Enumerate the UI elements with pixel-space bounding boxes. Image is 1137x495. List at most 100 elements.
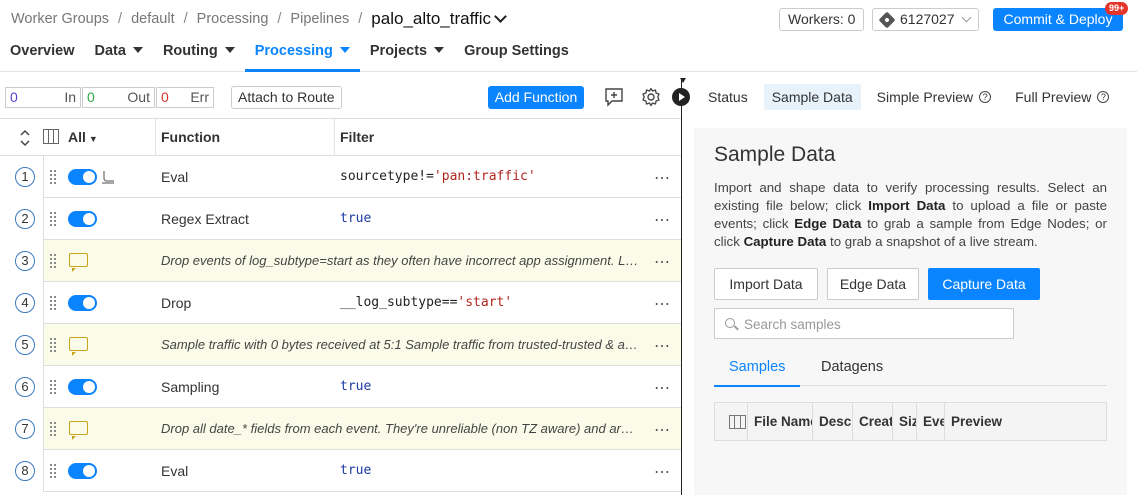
comment-row[interactable]: 7 Drop all date_* fields from each event.… [0, 408, 681, 450]
drag-handle-icon[interactable] [50, 169, 56, 185]
function-filter: true [340, 463, 371, 478]
function-enabled-toggle[interactable] [68, 211, 97, 227]
grid-col-events[interactable]: Events [917, 403, 945, 440]
workers-count-button[interactable]: Workers: 0 [779, 8, 865, 31]
row-menu-icon[interactable]: ⋯ [654, 420, 671, 440]
columns-icon[interactable] [729, 415, 746, 429]
row-number: 7 [15, 419, 35, 439]
row-number: 4 [15, 293, 35, 313]
attach-to-route-button[interactable]: Attach to Route [231, 86, 342, 109]
function-row[interactable]: 2 Regex Extract true ⋯ [0, 198, 681, 240]
import-data-button[interactable]: Import Data [714, 268, 818, 300]
commit-deploy-button[interactable]: Commit & Deploy [993, 8, 1123, 31]
grid-col-size[interactable]: Size [893, 403, 917, 440]
description-highlight: Capture Data [743, 234, 827, 249]
select-all-dropdown[interactable]: All ▼ [68, 129, 98, 145]
search-samples[interactable] [714, 308, 1014, 339]
function-enabled-toggle[interactable] [68, 169, 97, 185]
breadcrumb-processing[interactable]: Processing [197, 11, 269, 27]
comment-text: Drop all date_* fields from each event. … [161, 421, 641, 436]
edge-data-button[interactable]: Edge Data [827, 268, 919, 300]
preview-tabs: Status Sample Data Simple Preview? Full … [700, 84, 1125, 110]
breadcrumb-default[interactable]: default [131, 11, 175, 27]
tab-sample-data[interactable]: Sample Data [763, 84, 861, 110]
play-icon[interactable] [672, 88, 690, 106]
grid-col-file-name[interactable]: File Name [748, 403, 813, 440]
row-menu-icon[interactable]: ⋯ [654, 168, 671, 188]
grid-col-description[interactable]: Description [813, 403, 853, 440]
drag-handle-icon[interactable] [50, 295, 56, 311]
row-menu-icon[interactable]: ⋯ [654, 252, 671, 272]
panel-divider[interactable] [681, 78, 682, 495]
column-header-function[interactable]: Function [161, 129, 220, 145]
nav-tab-processing[interactable]: Processing [244, 34, 361, 72]
add-comment-icon[interactable] [604, 87, 624, 107]
tab-full-preview[interactable]: Full Preview? [1007, 84, 1117, 110]
function-name[interactable]: Regex Extract [161, 211, 249, 227]
comment-row[interactable]: 5 Sample traffic with 0 bytes received at… [0, 324, 681, 366]
row-menu-icon[interactable]: ⋯ [654, 336, 671, 356]
function-name[interactable]: Eval [161, 463, 188, 479]
commit-select[interactable]: 6127027 [872, 8, 979, 31]
row-gutter: 8 [0, 450, 44, 492]
drag-handle-icon[interactable] [50, 421, 56, 437]
drag-handle-icon[interactable] [50, 211, 56, 227]
divider-handle-icon[interactable] [680, 78, 686, 83]
capture-data-button[interactable]: Capture Data [928, 268, 1040, 300]
function-filter: true [340, 379, 371, 394]
help-icon[interactable]: ? [1097, 91, 1110, 103]
panel-title: Sample Data [714, 143, 836, 166]
function-enabled-toggle[interactable] [68, 379, 97, 395]
pipeline-toolbar: 0 In 0 Out 0 Err Attach to Route Add Fun… [0, 78, 681, 116]
nav-tab-data[interactable]: Data [85, 34, 153, 72]
tab-status[interactable]: Status [700, 84, 756, 110]
drag-handle-icon[interactable] [50, 463, 56, 479]
function-enabled-toggle[interactable] [68, 295, 97, 311]
notification-badge[interactable]: 99+ [1105, 2, 1129, 15]
help-icon[interactable]: ? [979, 91, 992, 103]
description-highlight: Import Data [868, 198, 946, 213]
function-enabled-toggle[interactable] [68, 463, 97, 479]
function-name[interactable]: Sampling [161, 379, 219, 395]
column-header-filter[interactable]: Filter [340, 129, 374, 145]
breadcrumb-worker-groups[interactable]: Worker Groups [11, 11, 109, 27]
tab-samples[interactable]: Samples [714, 350, 801, 387]
columns-icon[interactable] [43, 129, 59, 144]
nav-tab-overview[interactable]: Overview [0, 34, 85, 72]
function-row[interactable]: 8 Eval true ⋯ [0, 450, 681, 492]
events-in-counter: 0 In [5, 87, 81, 108]
row-menu-icon[interactable]: ⋯ [654, 378, 671, 398]
grid-col-preview[interactable]: Preview [945, 403, 1106, 440]
nav-tab-group-settings[interactable]: Group Settings [454, 34, 579, 72]
expand-collapse-icon[interactable] [19, 129, 31, 147]
function-row[interactable]: 4 Drop __log_subtype=='start' ⋯ [0, 282, 681, 324]
function-row[interactable]: 6 Sampling true ⋯ [0, 366, 681, 408]
nav-tab-projects[interactable]: Projects [360, 34, 454, 72]
events-in-label: In [64, 89, 76, 105]
gear-icon[interactable] [641, 87, 661, 107]
sample-data-panel: Sample Data Import and shape data to ver… [694, 128, 1127, 495]
row-menu-icon[interactable]: ⋯ [654, 294, 671, 314]
nav-tab-routing[interactable]: Routing [153, 34, 245, 72]
drag-handle-icon[interactable] [50, 337, 56, 353]
row-number: 2 [15, 209, 35, 229]
add-function-button[interactable]: Add Function [488, 86, 584, 109]
drag-handle-icon[interactable] [50, 253, 56, 269]
row-number: 8 [15, 461, 35, 481]
row-menu-icon[interactable]: ⋯ [654, 210, 671, 230]
row-menu-icon[interactable]: ⋯ [654, 462, 671, 482]
table-header: All ▼ Function Filter [0, 119, 681, 156]
breadcrumb-pipelines[interactable]: Pipelines [290, 11, 349, 27]
search-input[interactable] [742, 314, 1002, 334]
comment-row[interactable]: 3 Drop events of log_subtype=start as the… [0, 240, 681, 282]
function-row[interactable]: 1 Eval sourcetype!='pan:traffic' ⋯ [0, 156, 681, 198]
tab-datagens[interactable]: Datagens [806, 350, 898, 386]
tab-simple-preview[interactable]: Simple Preview? [869, 84, 999, 110]
chevron-down-icon[interactable] [494, 9, 507, 23]
drag-handle-icon[interactable] [50, 379, 56, 395]
grid-col-created[interactable]: Created [853, 403, 893, 440]
function-name[interactable]: Drop [161, 295, 191, 311]
function-name[interactable]: Eval [161, 169, 188, 185]
pipeline-selector[interactable]: palo_alto_traffic [371, 9, 491, 29]
function-filter: __log_subtype=='start' [340, 295, 512, 310]
